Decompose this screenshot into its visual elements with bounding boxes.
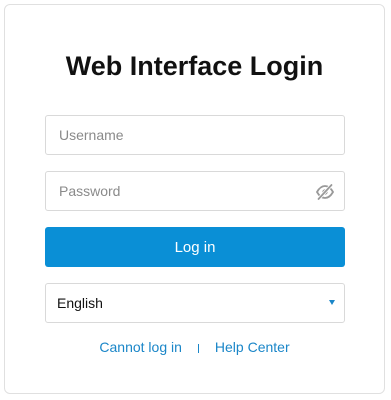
username-field-wrapper bbox=[45, 115, 345, 155]
language-selected-value: English bbox=[57, 295, 103, 311]
help-center-link[interactable]: Help Center bbox=[215, 339, 290, 355]
caret-down-icon bbox=[329, 300, 335, 305]
help-links: Cannot log in Help Center bbox=[5, 337, 384, 357]
password-field-wrapper bbox=[45, 171, 345, 211]
eye-slash-icon[interactable] bbox=[315, 183, 335, 201]
login-card: Web Interface Login Log in English Canno… bbox=[4, 4, 385, 394]
language-select[interactable]: English bbox=[45, 283, 345, 323]
link-separator bbox=[197, 344, 199, 353]
username-input[interactable] bbox=[46, 116, 344, 154]
cannot-login-link[interactable]: Cannot log in bbox=[99, 339, 182, 355]
password-input[interactable] bbox=[46, 172, 344, 210]
page-title: Web Interface Login bbox=[65, 51, 324, 81]
login-button[interactable]: Log in bbox=[45, 227, 345, 267]
